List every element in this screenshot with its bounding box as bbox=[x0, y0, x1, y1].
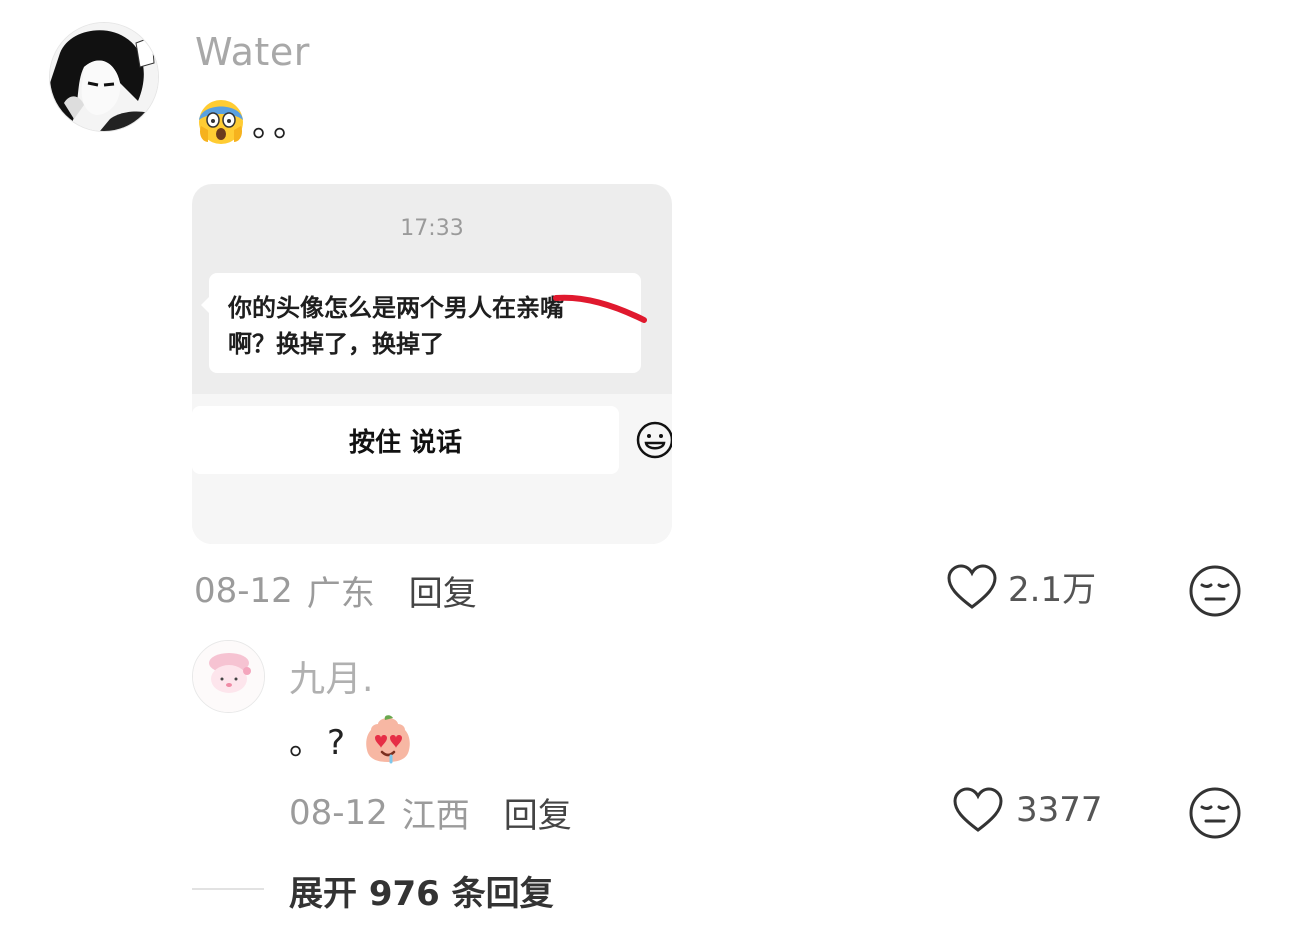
comment-username[interactable]: Water bbox=[195, 30, 310, 74]
hold-to-talk-button: 按住 说话 bbox=[192, 406, 619, 474]
reply-button[interactable]: 回复 bbox=[504, 788, 572, 837]
expand-divider bbox=[192, 888, 264, 890]
heart-icon bbox=[953, 787, 1003, 832]
comment-date: 08-12 bbox=[194, 570, 293, 611]
red-strike-mark bbox=[553, 294, 647, 323]
emoji-face-icon bbox=[636, 421, 672, 459]
avatar-image bbox=[193, 641, 264, 712]
comment-image[interactable]: 17:33 你的头像怎么是两个男人在亲嘴 啊？换掉了，换掉了 按住 说话 bbox=[192, 184, 672, 544]
comment-meta: 08-12 广东 回复 bbox=[194, 566, 477, 615]
reply-username[interactable]: 九月. bbox=[289, 650, 374, 702]
reply-like-button[interactable]: 3377 bbox=[952, 786, 1103, 834]
reply-location: 江西 bbox=[401, 796, 470, 836]
comment-location: 广东 bbox=[306, 574, 375, 614]
dislike-face-icon[interactable] bbox=[1188, 786, 1242, 840]
reply-date: 08-12 bbox=[289, 792, 388, 833]
expand-replies-button[interactable]: 展开 976 条回复 bbox=[289, 866, 554, 915]
reply-body: 。? bbox=[289, 712, 415, 766]
heart-eyes-emoji-icon bbox=[366, 715, 410, 764]
like-button[interactable]: 2.1万 bbox=[946, 562, 1096, 611]
comment-text: 。。 bbox=[252, 104, 311, 145]
reply-avatar[interactable] bbox=[192, 640, 265, 713]
dislike-face-icon[interactable] bbox=[1188, 564, 1242, 618]
scream-emoji-icon bbox=[199, 100, 243, 144]
chat-timestamp: 17:33 bbox=[400, 216, 464, 241]
avatar-image bbox=[50, 23, 158, 131]
like-count: 2.1万 bbox=[1008, 570, 1097, 610]
chat-message-line: 啊？换掉了，换掉了 bbox=[228, 330, 444, 358]
heart-icon bbox=[947, 563, 997, 609]
reply-like-count: 3377 bbox=[1016, 790, 1103, 830]
reply-text: 。? bbox=[289, 722, 350, 763]
avatar[interactable] bbox=[49, 22, 159, 132]
reply-meta: 08-12 江西 回复 bbox=[289, 788, 572, 837]
comment-body: 。。 bbox=[196, 96, 311, 146]
reply-button[interactable]: 回复 bbox=[409, 566, 477, 615]
